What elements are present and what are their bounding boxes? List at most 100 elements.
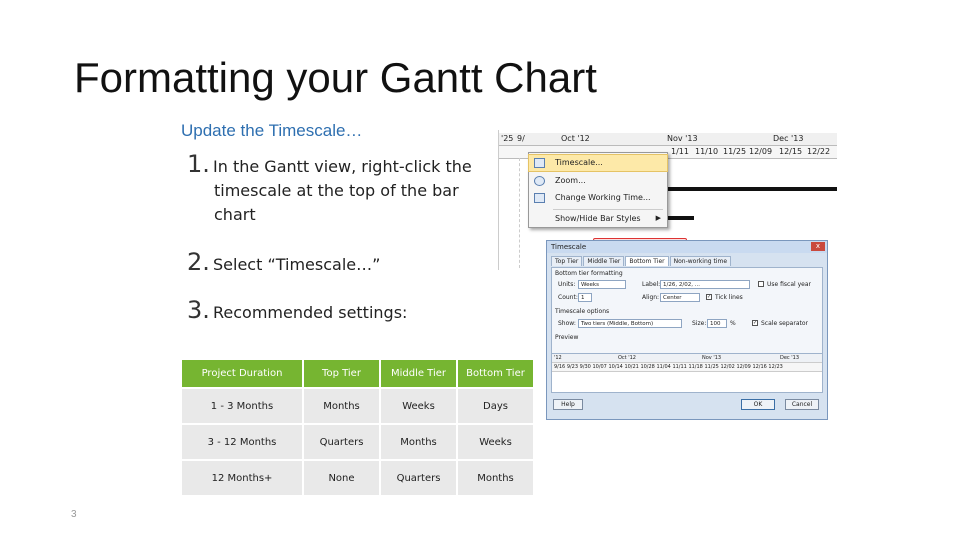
menu-item-timescale[interactable]: Timescale... (528, 154, 668, 172)
preview-label-item: Oct '12 (618, 355, 636, 361)
table-header: Top Tier (304, 360, 379, 387)
step-1: 1. In the Gantt view, right-click the tim… (187, 150, 472, 224)
submenu-arrow-icon: ▶ (655, 214, 661, 222)
table-cell: Months (458, 461, 533, 495)
preview-bottom-tier: 9/16 9/23 9/30 10/07 10/14 10/21 10/28 1… (552, 363, 822, 372)
preview-top-tier: '12 Oct '12 Nov '13 Dec '13 (552, 354, 822, 363)
group-label: Bottom tier formatting (555, 270, 623, 277)
table-row: 3 - 12 Months Quarters Months Weeks (182, 425, 533, 459)
table-cell: Months (304, 389, 379, 423)
preview-label-item: Dec '13 (780, 355, 800, 361)
menu-item-label: Change Working Time... (555, 193, 651, 202)
step-text-cont: timescale at the top of the bar (214, 181, 459, 200)
timescale-label: 1/11 (671, 147, 689, 156)
slide-title: Formatting your Gantt Chart (74, 54, 597, 101)
table-header: Project Duration (182, 360, 302, 387)
percent-label: % (730, 320, 736, 327)
timescale-label: Oct '12 (561, 134, 590, 143)
table-cell: 1 - 3 Months (182, 389, 302, 423)
table-cell: Weeks (381, 389, 456, 423)
align-select[interactable]: Center (660, 293, 700, 302)
align-label: Align: (642, 294, 660, 301)
timescale-dialog: Timescale x Top Tier Middle Tier Bottom Ti… (546, 240, 828, 420)
zoom-icon (534, 176, 545, 186)
table-cell: None (304, 461, 379, 495)
slide-subtitle: Update the Timescale… (181, 121, 363, 140)
timescale-top-tier[interactable]: '25 9/ Oct '12 Nov '13 Dec '13 (499, 133, 837, 146)
group-label: Timescale options (555, 308, 610, 315)
menu-item-show-hide-bar-styles[interactable]: Show/Hide Bar Styles ▶ (529, 211, 667, 227)
ok-button[interactable]: OK (741, 399, 775, 410)
table-cell: Months (381, 425, 456, 459)
step-2: 2. Select “Timescale…” (187, 248, 380, 276)
use-fiscal-label: Use fiscal year (767, 281, 811, 288)
preview-label-item: 9/16 9/23 9/30 10/07 10/14 10/21 10/28 1… (554, 364, 783, 370)
menu-item-label: Show/Hide Bar Styles (555, 214, 641, 223)
tab-bottom-tier[interactable]: Bottom Tier (625, 256, 669, 266)
units-select[interactable]: Weeks (578, 280, 626, 289)
tick-lines-checkbox[interactable]: ✓ (706, 294, 712, 300)
timescale-label: '25 (501, 134, 514, 143)
timescale-label: 12/22 (807, 147, 831, 156)
step-number: 2. (187, 248, 210, 276)
step-number: 1. (187, 150, 210, 178)
dialog-panel: Bottom tier formatting Units: Weeks Labe… (551, 267, 823, 367)
table-cell: 3 - 12 Months (182, 425, 302, 459)
preview-label: Preview (555, 334, 579, 341)
table-cell: Quarters (381, 461, 456, 495)
tick-lines-label: Tick lines (715, 294, 743, 301)
scale-separator-label: Scale separator (761, 320, 808, 327)
show-label: Show: (558, 320, 576, 327)
step-text-cont: chart (214, 205, 256, 224)
table-header: Bottom Tier (458, 360, 533, 387)
timescale-label: 12/09 (749, 147, 773, 156)
menu-item-label: Zoom... (555, 176, 586, 185)
count-label: Count: (558, 294, 578, 301)
timescale-label: 12/15 (779, 147, 803, 156)
timescale-icon (534, 158, 545, 168)
tab-top-tier[interactable]: Top Tier (551, 256, 583, 266)
table-cell: 12 Months+ (182, 461, 302, 495)
timescale-label: 11/10 (695, 147, 719, 156)
tab-middle-tier[interactable]: Middle Tier (583, 256, 625, 266)
table-header: Middle Tier (381, 360, 456, 387)
timescale-preview: '12 Oct '12 Nov '13 Dec '13 9/16 9/23 9/… (551, 353, 823, 393)
context-menu: Timescale... Zoom... Change Working Time… (528, 152, 668, 228)
step-text: Recommended settings: (213, 303, 408, 322)
table-row: 1 - 3 Months Months Weeks Days (182, 389, 533, 423)
units-label: Units: (558, 281, 576, 288)
menu-item-zoom[interactable]: Zoom... (529, 173, 667, 189)
menu-separator (553, 209, 663, 210)
table-header-row: Project Duration Top Tier Middle Tier Bo… (182, 360, 533, 387)
step-3: 3. Recommended settings: (187, 296, 407, 324)
label-select[interactable]: 1/26, 2/02, ... (660, 280, 750, 289)
menu-item-change-working-time[interactable]: Change Working Time... (529, 190, 667, 206)
table-cell: Quarters (304, 425, 379, 459)
cancel-button[interactable]: Cancel (785, 399, 819, 410)
tab-non-working-time[interactable]: Non-working time (669, 256, 732, 266)
settings-table: Project Duration Top Tier Middle Tier Bo… (180, 358, 535, 497)
page-number: 3 (71, 509, 77, 520)
show-select[interactable]: Two tiers (Middle, Bottom) (578, 319, 682, 328)
count-input[interactable]: 1 (578, 293, 592, 302)
timescale-label: 9/ (517, 134, 525, 143)
preview-label-item: Nov '13 (702, 355, 722, 361)
dialog-title: Timescale (551, 243, 587, 251)
timescale-label: Nov '13 (667, 134, 698, 143)
size-label: Size: (692, 320, 707, 327)
preview-label-item: '12 (554, 355, 562, 361)
gantt-gridline (519, 158, 521, 268)
step-text: In the Gantt view, right-click the (213, 157, 472, 176)
scale-separator-checkbox[interactable]: ✓ (752, 320, 758, 326)
close-icon[interactable]: x (811, 242, 825, 251)
menu-item-label: Timescale... (555, 158, 603, 167)
step-text: Select “Timescale…” (213, 255, 381, 274)
help-button[interactable]: Help (553, 399, 583, 410)
size-input[interactable]: 100 (707, 319, 727, 328)
step-number: 3. (187, 296, 210, 324)
gantt-summary-bar[interactable] (659, 187, 837, 191)
dialog-tabs: Top Tier Middle Tier Bottom Tier Non-workin… (551, 256, 732, 266)
dialog-titlebar[interactable]: Timescale x (547, 241, 827, 253)
timescale-label: Dec '13 (773, 134, 804, 143)
use-fiscal-checkbox[interactable] (758, 281, 764, 287)
